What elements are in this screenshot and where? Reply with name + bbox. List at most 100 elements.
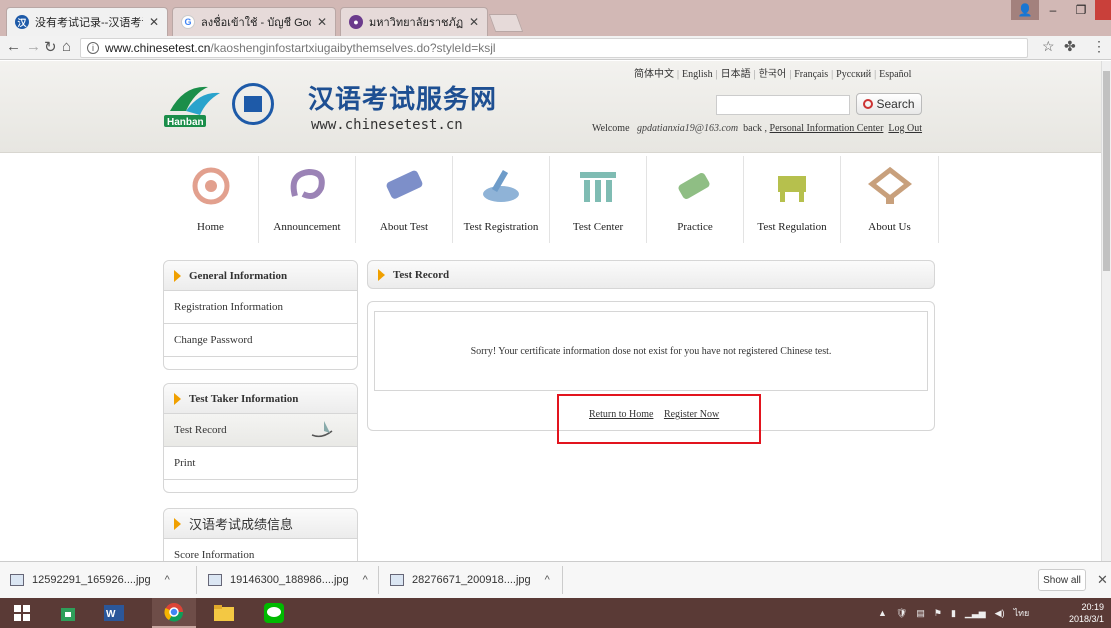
panel-title: Test Taker Information <box>189 392 299 405</box>
new-tab-button[interactable] <box>488 14 524 32</box>
arrow-icon <box>378 268 385 281</box>
clock-time: 20:19 <box>1081 602 1104 612</box>
extension-icon[interactable]: ✤ <box>1064 38 1076 55</box>
star-icon[interactable]: ☆ <box>1042 38 1055 55</box>
volume-icon[interactable]: ◀) <box>995 608 1005 619</box>
site-title: 汉语考试服务网 <box>308 85 498 115</box>
chevron-up-icon[interactable]: ^ <box>363 574 368 586</box>
reload-icon[interactable]: ↻ <box>44 38 57 56</box>
chevron-up-icon[interactable]: ▲ <box>878 608 887 618</box>
url-path: /kaoshenginfostartxiugaibythemselves.do?… <box>210 41 496 55</box>
lang-link[interactable]: English <box>682 69 713 80</box>
nav-practice[interactable]: Practice <box>647 156 744 243</box>
registration-icon <box>478 166 524 206</box>
download-item[interactable]: 28276671_200918....jpg ^ <box>390 570 550 590</box>
image-file-icon <box>208 574 222 586</box>
keyboard-icon[interactable]: ▤ <box>916 608 925 619</box>
signal-icon[interactable]: ▁▃▅ <box>965 608 986 619</box>
tab-google[interactable]: G ลงชื่อเข้าใช้ - บัญชี Google ✕ <box>172 7 336 36</box>
word-icon[interactable]: W <box>92 598 136 628</box>
tab-title: มหาวิทยาลัยราชภัฏเพชรบุรี <box>369 17 463 29</box>
back-icon[interactable]: ← <box>6 38 21 55</box>
url-field[interactable]: i www.chinesetest.cn/kaoshenginfostartxi… <box>80 38 1028 58</box>
address-bar: ← → ↻ ⌂ i www.chinesetest.cn/kaoshenginf… <box>0 36 1111 60</box>
windows-start-icon[interactable] <box>0 598 44 628</box>
svg-text:Hanban: Hanban <box>167 117 204 128</box>
user-email: gpdatianxia19@163.com <box>637 123 739 134</box>
user-icon[interactable]: 👤 <box>1011 0 1039 20</box>
security-icon[interactable]: 🛡 <box>896 608 907 619</box>
sidebar-item-registration-info[interactable]: Registration Information <box>164 291 357 324</box>
search-button[interactable]: Search <box>856 93 922 115</box>
arrow-icon <box>174 269 181 282</box>
announcement-icon <box>284 166 330 206</box>
tab-hanban[interactable]: 汉 没有考试记录--汉语考试 ✕ <box>6 7 168 36</box>
line-icon[interactable] <box>252 598 296 628</box>
minimize-icon[interactable]: – <box>1039 0 1067 20</box>
test-taker-panel: Test Taker Information Test Record Print <box>163 383 358 493</box>
home-button-icon[interactable]: ⌂ <box>62 38 71 55</box>
download-filename: 12592291_165926....jpg <box>32 574 151 586</box>
page-scrollbar[interactable] <box>1101 61 1111 561</box>
sidebar-item-test-record[interactable]: Test Record <box>164 414 357 447</box>
maximize-icon[interactable]: ❐ <box>1067 0 1095 20</box>
pen-icon <box>311 421 333 438</box>
lang-link[interactable]: 日本語 <box>721 69 751 80</box>
sidebar-item-score-information[interactable]: Score Information <box>164 539 357 561</box>
nav-home[interactable]: Home <box>163 156 259 243</box>
logout-link[interactable]: Log Out <box>888 123 922 134</box>
lang-link[interactable]: Français <box>794 69 828 80</box>
panel-title: General Information <box>189 269 288 282</box>
practice-icon <box>672 166 718 206</box>
close-icon[interactable]: ✕ <box>1097 572 1108 588</box>
nav-announcement[interactable]: Announcement <box>259 156 356 243</box>
google-icon: G <box>181 15 195 29</box>
close-icon[interactable]: ✕ <box>469 15 479 29</box>
sidebar-item-print[interactable]: Print <box>164 447 357 480</box>
nav-test-regulation[interactable]: Test Regulation <box>744 156 841 243</box>
nav-about-us[interactable]: About Us <box>841 156 939 243</box>
nav-test-center[interactable]: Test Center <box>550 156 647 243</box>
personal-center-link[interactable]: Personal Information Center <box>770 123 884 134</box>
store-icon[interactable] <box>46 598 90 628</box>
scrollbar-thumb[interactable] <box>1103 71 1110 271</box>
show-all-button[interactable]: Show all <box>1038 569 1086 591</box>
sidebar-item-label: Print <box>174 457 196 469</box>
close-window-icon[interactable]: ✕ <box>1095 0 1111 20</box>
search-icon <box>863 99 874 109</box>
test-record-header: Test Record <box>367 260 935 289</box>
search-input[interactable] <box>716 95 850 115</box>
close-icon[interactable]: ✕ <box>149 15 159 29</box>
score-info-panel: 汉语考试成绩信息 Score Information <box>163 508 358 561</box>
network-icon[interactable]: ▮ <box>951 608 956 619</box>
chevron-up-icon[interactable]: ^ <box>545 574 550 586</box>
flag-icon[interactable]: ⚑ <box>934 608 942 619</box>
clock[interactable]: 20:19 2018/3/1 <box>1068 601 1104 625</box>
download-filename: 28276671_200918....jpg <box>412 574 531 586</box>
info-icon[interactable]: i <box>87 42 99 54</box>
nav-test-registration[interactable]: Test Registration <box>453 156 550 243</box>
chrome-icon[interactable] <box>152 598 196 628</box>
lang-link[interactable]: Русский <box>836 69 871 80</box>
chevron-up-icon[interactable]: ^ <box>165 574 170 586</box>
lang-link[interactable]: 简体中文 <box>634 69 674 80</box>
download-item[interactable]: 19146300_188986....jpg ^ <box>208 570 368 590</box>
ime-indicator[interactable]: ไทย <box>1014 606 1030 620</box>
tab-university[interactable]: ● มหาวิทยาลัยราชภัฏเพชรบุรี ✕ <box>340 7 488 36</box>
web-page: Hanban 汉语考试服务网 www.chinesetest.cn 简体中文 | E… <box>0 61 1101 561</box>
forward-icon[interactable]: → <box>26 38 41 55</box>
menu-icon[interactable]: ⋮ <box>1092 38 1106 55</box>
file-explorer-icon[interactable] <box>202 598 246 628</box>
hanban-icon: 汉 <box>15 15 29 29</box>
sidebar-item-change-password[interactable]: Change Password <box>164 324 357 357</box>
nav-label: About Test <box>379 221 429 233</box>
nav-about-test[interactable]: About Test <box>356 156 453 243</box>
panel-header: Test Taker Information <box>164 384 357 414</box>
lang-link[interactable]: Español <box>879 69 911 80</box>
panel-title: 汉语考试成绩信息 <box>189 518 294 533</box>
sidebar-item-label: Score Information <box>174 549 255 561</box>
close-icon[interactable]: ✕ <box>317 15 327 29</box>
download-item[interactable]: 12592291_165926....jpg ^ <box>10 570 170 590</box>
message-box: Sorry! Your certificate information dose… <box>374 311 928 391</box>
lang-link[interactable]: 한국어 <box>759 69 787 80</box>
